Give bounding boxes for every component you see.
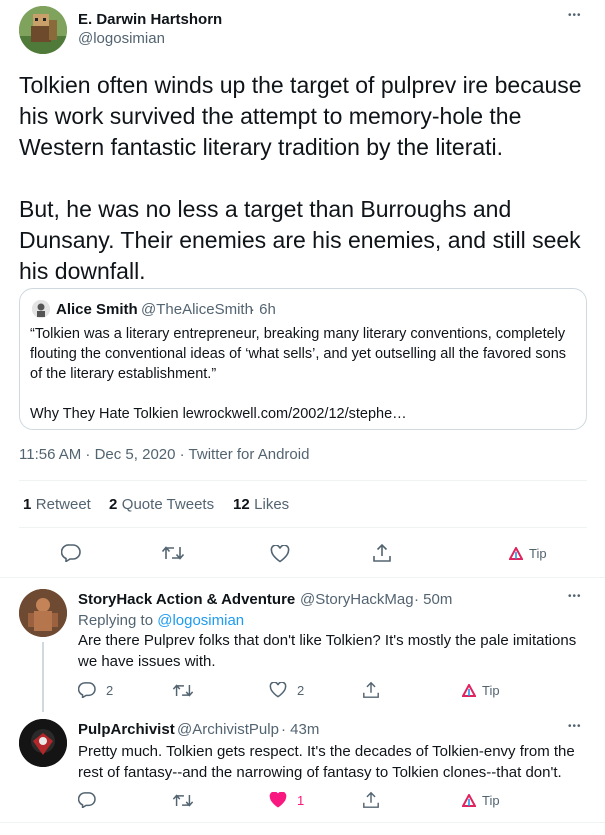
reply-author-name[interactable]: StoryHack Action & Adventure	[78, 591, 295, 608]
more-options-icon[interactable]: •••	[568, 10, 582, 21]
reply-author-handle[interactable]: @StoryHackMag	[300, 591, 414, 608]
likes-number: 12	[233, 496, 250, 513]
quote-tweets-count[interactable]: 2 Quote Tweets	[109, 496, 214, 514]
divider	[19, 527, 587, 528]
reply-icon	[78, 682, 96, 698]
reply-text: Pretty much. Tolkien gets respect. It's …	[78, 743, 575, 781]
quote-author-avatar	[32, 300, 50, 318]
likes-label: Likes	[254, 496, 290, 513]
quoted-tweet-card[interactable]: Alice Smith @TheAliceSmith · 6h “Tolkien…	[19, 288, 587, 430]
reply-time[interactable]: · 43m	[281, 721, 319, 738]
quote-time: · 6h	[250, 301, 276, 318]
reply-icon[interactable]	[61, 544, 81, 562]
divider	[19, 480, 587, 481]
reply-time[interactable]: · 50m	[414, 591, 452, 608]
retweet-count[interactable]: 1 Retweet	[23, 496, 91, 514]
quote-author-handle: @TheAliceSmith	[141, 301, 253, 318]
reply-author-name[interactable]: PulpArchivist	[78, 721, 175, 738]
tweet-timestamp[interactable]: 11:56 AM · Dec 5, 2020 · Twitter for And…	[19, 446, 309, 463]
more-options-icon[interactable]: •••	[568, 591, 582, 602]
retweet-icon[interactable]	[172, 683, 194, 698]
more-options-icon[interactable]: •••	[568, 721, 582, 732]
tip-label: Tip	[482, 793, 500, 808]
quote-tweets-label: Quote Tweets	[121, 496, 215, 513]
divider	[0, 577, 605, 578]
quote-text: “Tolkien was a literary entrepreneur, br…	[30, 326, 567, 422]
retweet-number: 1	[23, 496, 32, 513]
author-name[interactable]: E. Darwin Hartshorn	[78, 11, 222, 28]
replying-to-prefix: Replying to	[78, 612, 154, 629]
retweet-icon[interactable]	[172, 793, 194, 808]
liked-heart-icon	[269, 792, 287, 808]
tip-label: Tip	[529, 546, 547, 561]
like-icon[interactable]	[270, 545, 290, 563]
reply-author-handle[interactable]: @ArchivistPulp	[177, 721, 279, 738]
quote-tweets-number: 2	[109, 496, 118, 513]
share-icon[interactable]	[372, 543, 392, 563]
like-button[interactable]: 1	[269, 792, 304, 808]
tip-icon	[462, 794, 476, 807]
retweet-icon[interactable]	[161, 545, 185, 561]
tweet-text: Tolkien often winds up the target of pul…	[19, 72, 582, 284]
quote-author-name: Alice Smith	[56, 301, 138, 318]
replying-to: Replying to @logosimian	[78, 610, 244, 631]
tip-icon	[462, 684, 476, 697]
retweet-label: Retweet	[35, 496, 91, 513]
tip-label: Tip	[482, 683, 500, 698]
reply-avatar[interactable]	[19, 719, 67, 767]
likes-count[interactable]: 12 Likes	[233, 496, 289, 514]
divider	[0, 822, 605, 823]
thread-line	[42, 642, 44, 712]
replying-to-link[interactable]: @logosimian	[157, 612, 244, 629]
tip-button[interactable]: Tip	[462, 793, 500, 808]
tip-button[interactable]: Tip	[509, 546, 547, 561]
like-button[interactable]: 2	[269, 682, 304, 698]
tip-icon	[509, 547, 523, 560]
author-avatar[interactable]	[19, 6, 67, 54]
share-icon[interactable]	[362, 681, 380, 699]
like-count: 1	[297, 792, 305, 808]
like-icon	[269, 682, 287, 698]
reply-button[interactable]: 2	[78, 682, 113, 698]
author-handle[interactable]: @logosimian	[78, 30, 165, 47]
reply-avatar[interactable]	[19, 589, 67, 637]
like-count: 2	[297, 682, 305, 698]
tip-button[interactable]: Tip	[462, 683, 500, 698]
reply-text: Are there Pulprev folks that don't like …	[78, 632, 577, 670]
reply-count: 2	[106, 682, 114, 698]
reply-icon[interactable]	[78, 792, 96, 808]
share-icon[interactable]	[362, 791, 380, 809]
